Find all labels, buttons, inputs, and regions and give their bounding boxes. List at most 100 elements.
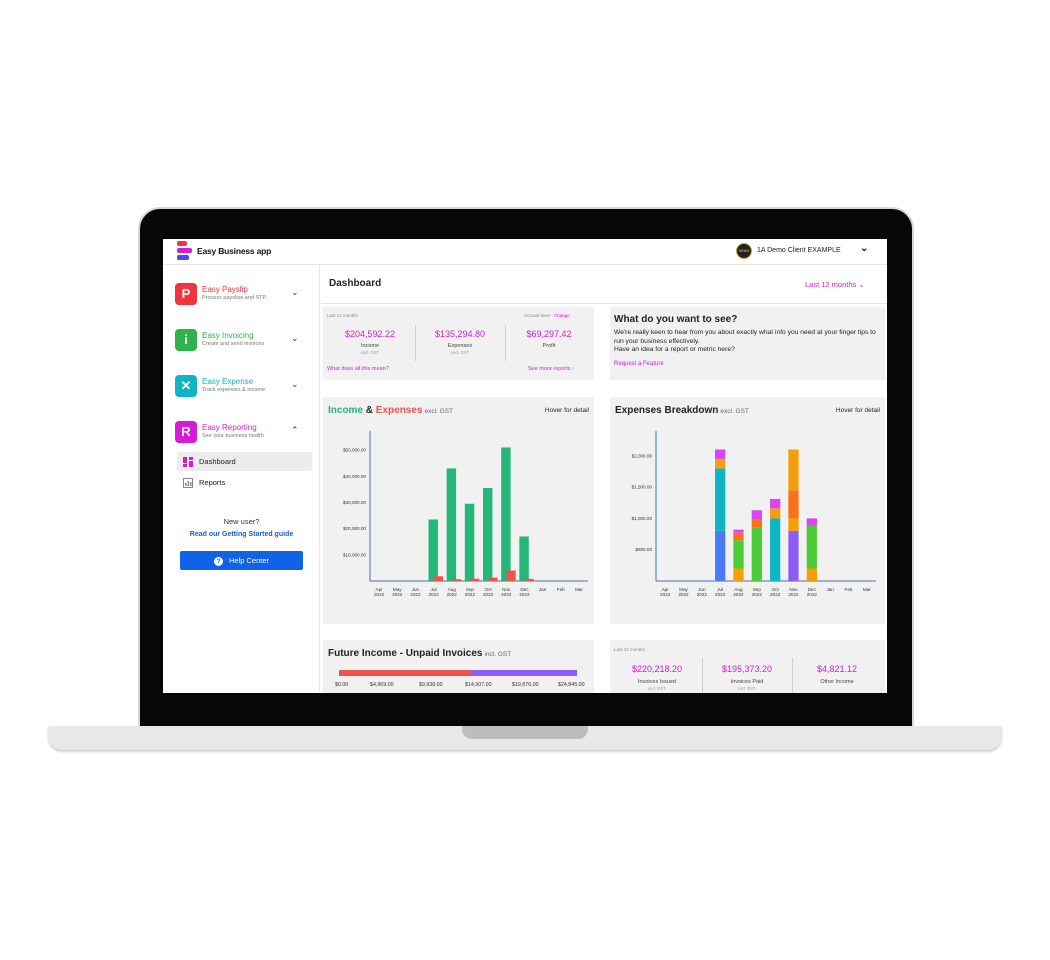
expense-segment-bar[interactable]	[733, 529, 744, 533]
x-tick-label: 2022	[788, 592, 799, 597]
expense-segment-bar[interactable]	[715, 530, 726, 581]
x-tick-label: 2022	[392, 592, 403, 597]
hover-hint: Hover for detail	[835, 407, 880, 414]
expense-segment-bar[interactable]	[751, 510, 762, 520]
expense-segment-bar[interactable]	[770, 518, 781, 581]
page-title: Dashboard	[329, 278, 382, 289]
invoices-issued-sub: incl. GST	[648, 686, 666, 691]
income-bar[interactable]	[501, 447, 511, 581]
question-icon: ?	[213, 556, 223, 566]
period-label: Last 12 months	[614, 647, 645, 652]
expense-bar[interactable]	[506, 570, 516, 581]
income-bar[interactable]	[446, 468, 457, 581]
expense-bar[interactable]	[488, 577, 498, 581]
x-tick-label: 2022	[519, 592, 530, 597]
expense-segment-bar[interactable]	[770, 508, 781, 519]
expense-segment-bar[interactable]	[751, 519, 762, 528]
axis-tick: $24,845.00	[558, 682, 585, 688]
chevron-up-icon[interactable]: ⌃	[291, 425, 299, 436]
period-selector[interactable]: Last 12 months ⌄	[805, 280, 865, 289]
expense-segment-bar[interactable]	[733, 540, 744, 569]
change-view-link[interactable]: Change	[554, 313, 570, 318]
invoices-card: Last 12 months $220,218.20 Invoices Issu…	[610, 640, 885, 693]
expense-segment-bar[interactable]	[715, 458, 726, 469]
expense-bar[interactable]	[452, 579, 462, 581]
what-does-this-mean-link[interactable]: What does all this mean?	[327, 366, 389, 372]
expense-segment-bar[interactable]	[788, 530, 799, 581]
getting-started-link[interactable]: Read our Getting Started guide	[163, 531, 320, 538]
invoicing-app-icon: i	[175, 329, 197, 351]
help-center-button[interactable]: ? Help Center	[180, 551, 303, 570]
expenses-sub: excl. GST	[450, 350, 470, 355]
chevron-down-icon[interactable]: ⌄	[860, 243, 868, 254]
sidebar-item-label: Dashboard	[199, 457, 236, 466]
app-subtitle: See your business health	[202, 433, 264, 439]
profit-label: Profit	[542, 343, 556, 349]
brand-logo-icon[interactable]	[177, 241, 192, 261]
chevron-down-icon[interactable]: ⌄	[291, 333, 299, 344]
sidebar-app-expense[interactable]: ✕ Easy Expense Track expenses & income ⌄	[175, 373, 317, 399]
income-bar[interactable]	[464, 503, 475, 581]
help-center-label: Help Center	[228, 556, 270, 565]
invoices-paid-sub: incl. GST	[738, 686, 756, 691]
client-avatar[interactable]: DEMO	[736, 243, 752, 259]
expense-segment-bar[interactable]	[806, 568, 817, 581]
expenses-breakdown-chart[interactable]: $500.00$1,000.00$1,500.00$2,000.00Apr202…	[610, 423, 885, 623]
expenses-value: $135,294.80	[434, 329, 486, 339]
period-label: Last 12 months	[327, 313, 358, 318]
unpaid-bar-segment[interactable]	[472, 670, 577, 676]
app-subtitle: Create and send invoices	[202, 341, 265, 347]
chevron-down-icon[interactable]: ⌄	[291, 379, 299, 390]
sidebar-item-reports[interactable]: Reports	[177, 473, 312, 492]
income-bar[interactable]	[519, 536, 529, 581]
expense-bar[interactable]	[524, 578, 534, 581]
expenses-stat: $135,294.80 Expenses excl. GST	[415, 329, 505, 355]
expense-segment-bar[interactable]	[733, 532, 744, 541]
other-income-label: Other Income	[820, 679, 854, 685]
expense-segment-bar[interactable]	[788, 518, 799, 531]
sidebar-app-invoicing[interactable]: i Easy Invoicing Create and send invoice…	[175, 327, 317, 353]
invoices-issued-value: $220,218.20	[631, 664, 683, 674]
expense-segment-bar[interactable]	[788, 449, 799, 491]
expense-bar[interactable]	[433, 576, 444, 581]
sidebar-app-reporting[interactable]: R Easy Reporting See your business healt…	[175, 419, 317, 445]
x-tick-label: 2022	[770, 592, 781, 597]
invoices-paid-label: Invoices Paid	[730, 679, 764, 685]
app-screen: Easy Business app DEMO 1A Demo Client EX…	[163, 239, 887, 693]
brand-logo-text[interactable]: Easy Business app	[197, 246, 271, 256]
expense-bar[interactable]	[470, 578, 480, 581]
invoices-issued-stat: $220,218.20 Invoices Issued incl. GST	[612, 664, 702, 691]
hover-hint: Hover for detail	[544, 407, 589, 414]
app-subtitle: Track expenses & income	[202, 387, 266, 393]
expense-segment-bar[interactable]	[770, 498, 781, 509]
x-tick-label: Feb	[557, 587, 565, 592]
request-feature-link[interactable]: Request a Feature	[614, 361, 664, 367]
chevron-down-icon[interactable]: ⌄	[291, 287, 299, 298]
income-expenses-chart[interactable]: $10,000.00 $20,000.00 $30,000.00 $40,000.00…	[323, 423, 594, 623]
axis-tick: $19,876.00	[512, 682, 539, 688]
expense-segment-bar[interactable]	[751, 527, 762, 581]
client-name[interactable]: 1A Demo Client EXAMPLE	[757, 247, 841, 254]
expense-segment-bar[interactable]	[806, 525, 817, 569]
x-tick-label: 2022	[501, 592, 512, 597]
expense-segment-bar[interactable]	[788, 490, 799, 519]
chevron-down-icon: ⌄	[856, 280, 865, 289]
sidebar-app-payslip[interactable]: P Easy Payslip Process payslips and STP …	[175, 281, 317, 307]
x-tick-label: 2022	[715, 592, 726, 597]
income-bar[interactable]	[482, 488, 493, 581]
income-expenses-card: Income & Expenses excl. GST Hover for det…	[323, 397, 594, 624]
see-more-reports-link[interactable]: See more reports ›	[528, 366, 574, 372]
y-tick-label: $1,000.00	[632, 516, 653, 521]
expense-segment-bar[interactable]	[715, 449, 726, 459]
expense-segment-bar[interactable]	[733, 568, 744, 581]
accrual-view-label: Accrual View - Change	[524, 313, 570, 318]
income-sub: excl. GST	[360, 350, 380, 355]
new-user-text: New user?	[223, 517, 260, 526]
income-bar[interactable]	[428, 519, 438, 581]
sidebar-item-dashboard[interactable]: Dashboard	[177, 452, 312, 471]
expense-segment-bar[interactable]	[715, 468, 726, 531]
expense-segment-bar[interactable]	[806, 518, 817, 526]
y-tick-label: $2,000.00	[632, 453, 653, 458]
period-label: Last 12 months	[805, 280, 857, 289]
unpaid-bar-segment[interactable]	[339, 670, 472, 676]
